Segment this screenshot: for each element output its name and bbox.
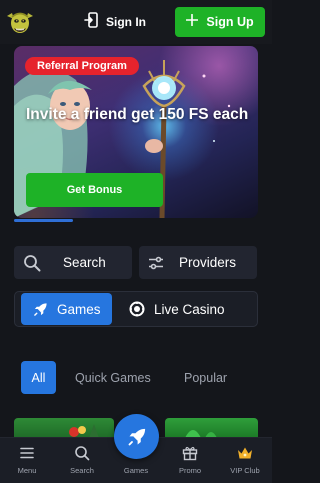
nav-menu[interactable]: Menu xyxy=(10,438,44,483)
providers-button[interactable]: Providers xyxy=(139,246,257,279)
sign-up-label: Sign Up xyxy=(206,15,254,29)
plus-icon xyxy=(186,13,199,31)
sliders-icon xyxy=(148,255,164,271)
nav-menu-label: Menu xyxy=(17,466,37,475)
top-header: Sign In Sign Up xyxy=(0,0,272,44)
game-card-thumbnail xyxy=(185,430,217,438)
promo-banner[interactable]: Referral Program Invite a friend get 150… xyxy=(14,46,258,218)
segment-games-label: Games xyxy=(57,301,101,317)
nav-promo-label: Promo xyxy=(178,466,202,475)
sign-in-label: Sign In xyxy=(106,15,146,29)
nav-games-label: Games xyxy=(123,466,149,475)
tab-all[interactable]: All xyxy=(21,361,56,394)
banner-pagination xyxy=(14,219,258,222)
game-card[interactable] xyxy=(165,418,258,438)
nav-search[interactable]: Search xyxy=(63,438,101,483)
get-bonus-button[interactable]: Get Bonus xyxy=(26,173,163,207)
sign-in-icon xyxy=(84,11,98,33)
search-icon xyxy=(74,444,90,462)
search-button-label: Search xyxy=(63,255,106,270)
providers-button-label: Providers xyxy=(179,255,237,270)
sign-up-button[interactable]: Sign Up xyxy=(175,7,265,37)
tab-quick-games[interactable]: Quick Games xyxy=(75,361,151,394)
nav-vip-club-label: VIP Club xyxy=(230,466,260,475)
tab-popular[interactable]: Popular xyxy=(184,361,227,394)
referral-badge: Referral Program xyxy=(25,57,139,75)
games-fab-button[interactable] xyxy=(114,414,159,459)
section-switch: Games Live Casino xyxy=(14,291,258,327)
nav-promo[interactable]: Promo xyxy=(172,438,208,483)
sign-in-button[interactable]: Sign In xyxy=(84,8,146,36)
game-card-thumbnail xyxy=(69,424,99,438)
banner-pagination-active[interactable] xyxy=(14,219,73,222)
nav-search-label: Search xyxy=(70,466,94,475)
casino-chip-icon xyxy=(129,301,145,317)
segment-live-casino-label: Live Casino xyxy=(154,301,225,317)
goblin-logo-icon[interactable] xyxy=(6,8,34,36)
game-card[interactable] xyxy=(14,418,114,438)
rocket-icon xyxy=(33,302,48,317)
segment-live-casino[interactable]: Live Casino xyxy=(129,293,255,325)
nav-vip-club[interactable]: VIP Club xyxy=(226,438,264,483)
search-button[interactable]: Search xyxy=(14,246,132,279)
crown-icon xyxy=(237,444,253,462)
banner-headline: Invite a friend get 150 FS each xyxy=(26,106,249,123)
search-icon xyxy=(23,254,41,272)
menu-icon xyxy=(20,444,34,462)
rocket-icon xyxy=(127,427,147,447)
gift-icon xyxy=(182,444,198,462)
segment-games[interactable]: Games xyxy=(21,293,112,325)
